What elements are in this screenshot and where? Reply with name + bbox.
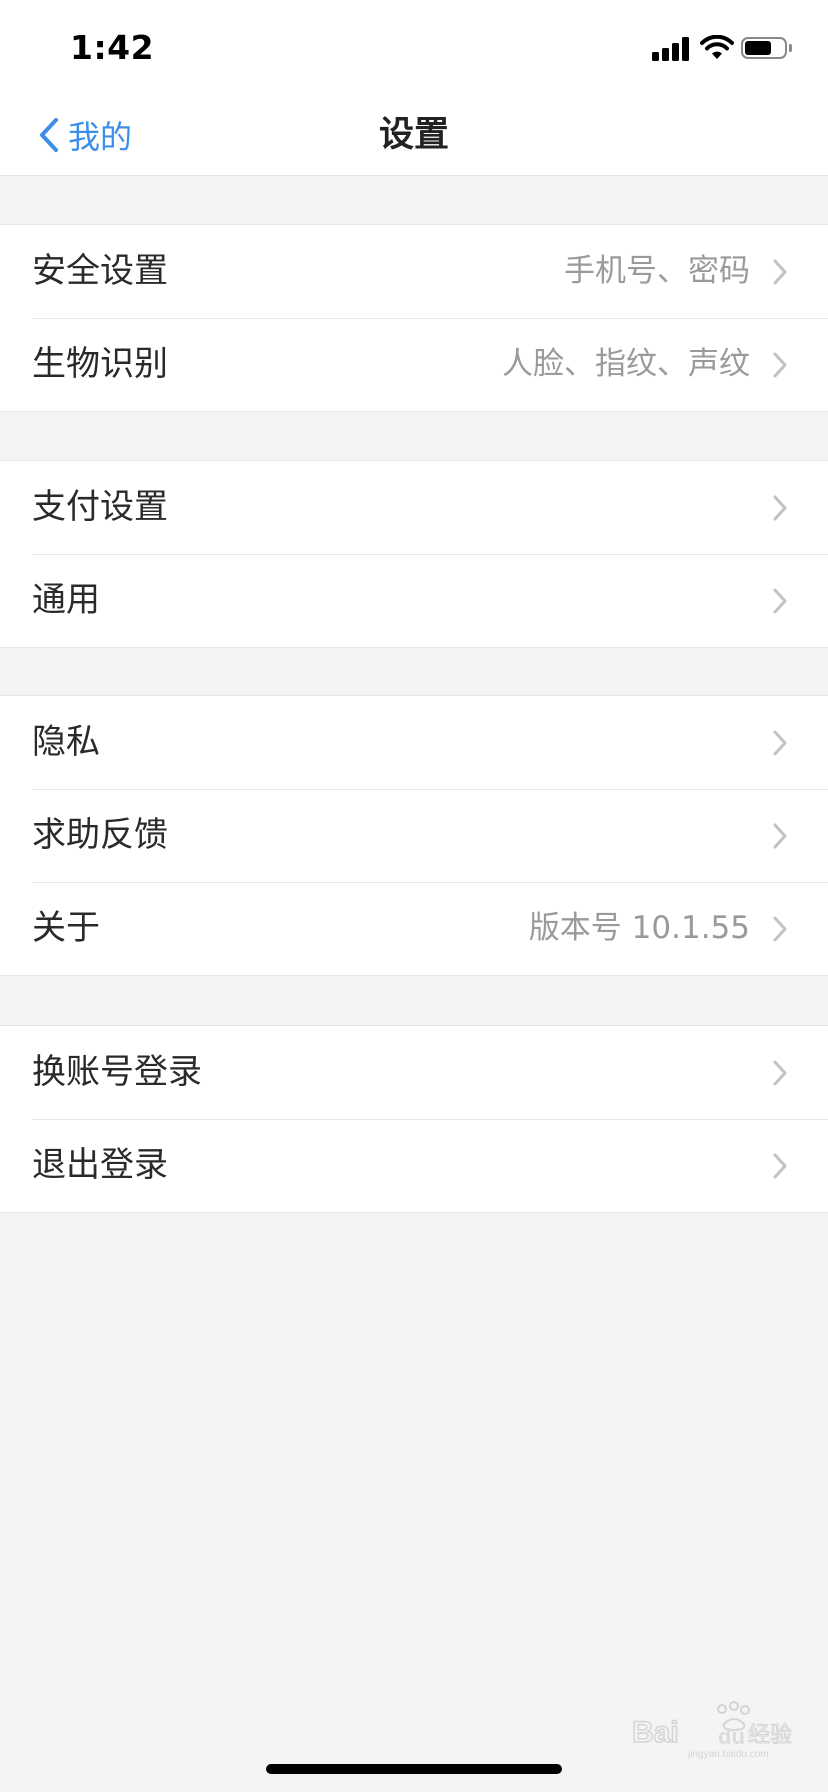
svg-text:经验: 经验 (748, 1723, 792, 1748)
home-indicator[interactable] (266, 1764, 562, 1774)
settings-item-label: 求助反馈 (32, 815, 168, 855)
battery-icon (741, 37, 793, 61)
settings-item-label: 安全设置 (32, 251, 168, 291)
chevron-right-icon (773, 495, 787, 521)
navigation-bar: 我的 设置 (0, 96, 828, 176)
settings-item-general[interactable]: 通用 (0, 554, 828, 647)
settings-item-label: 通用 (32, 580, 100, 620)
settings-item-payment[interactable]: 支付设置 (0, 461, 828, 554)
svg-text:du: du (718, 1724, 745, 1749)
settings-item-label: 生物识别 (32, 344, 168, 384)
baidu-jingyan-watermark-logo: Bai du 经验 jingyan.baidu.com (631, 1701, 793, 1760)
chevron-right-icon (773, 916, 787, 942)
settings-item-label: 隐私 (32, 722, 100, 762)
cellular-signal-icon (652, 37, 692, 61)
status-bar: 1:42 (0, 0, 828, 96)
settings-item-value: 手机号、密码 (564, 253, 750, 289)
settings-item-label: 关于 (32, 908, 100, 948)
chevron-right-icon (773, 730, 787, 756)
settings-item-biometrics[interactable]: 生物识别 人脸、指纹、声纹 (0, 318, 828, 411)
settings-item-privacy[interactable]: 隐私 (0, 696, 828, 789)
chevron-right-icon (773, 823, 787, 849)
settings-item-help-feedback[interactable]: 求助反馈 (0, 789, 828, 882)
settings-screen: 1:42 我的 设置 安全设置 手机号、密码 生物识别 人脸、指纹、声纹 支付设… (0, 0, 828, 1792)
settings-item-label: 支付设置 (32, 487, 168, 527)
settings-item-value: 人脸、指纹、声纹 (502, 346, 750, 382)
chevron-right-icon (773, 352, 787, 378)
settings-group-about: 隐私 求助反馈 关于 版本号 10.1.55 (0, 695, 828, 976)
settings-group-account: 安全设置 手机号、密码 生物识别 人脸、指纹、声纹 (0, 224, 828, 412)
chevron-right-icon (773, 1060, 787, 1086)
settings-group-session: 换账号登录 退出登录 (0, 1025, 828, 1213)
settings-item-label: 换账号登录 (32, 1052, 202, 1092)
settings-item-switch-account[interactable]: 换账号登录 (0, 1026, 828, 1119)
svg-text:Bai: Bai (632, 1716, 679, 1749)
wifi-icon (700, 35, 734, 59)
settings-item-security[interactable]: 安全设置 手机号、密码 (0, 225, 828, 318)
status-time: 1:42 (70, 28, 155, 67)
settings-item-value: 版本号 10.1.55 (528, 910, 750, 946)
settings-group-payment: 支付设置 通用 (0, 460, 828, 648)
svg-text:jingyan.baidu.com: jingyan.baidu.com (687, 1749, 769, 1760)
settings-item-logout[interactable]: 退出登录 (0, 1119, 828, 1212)
chevron-right-icon (773, 259, 787, 285)
chevron-right-icon (773, 588, 787, 614)
settings-item-label: 退出登录 (32, 1145, 168, 1185)
settings-item-about[interactable]: 关于 版本号 10.1.55 (0, 882, 828, 975)
page-title: 设置 (378, 115, 449, 155)
chevron-right-icon (773, 1153, 787, 1179)
